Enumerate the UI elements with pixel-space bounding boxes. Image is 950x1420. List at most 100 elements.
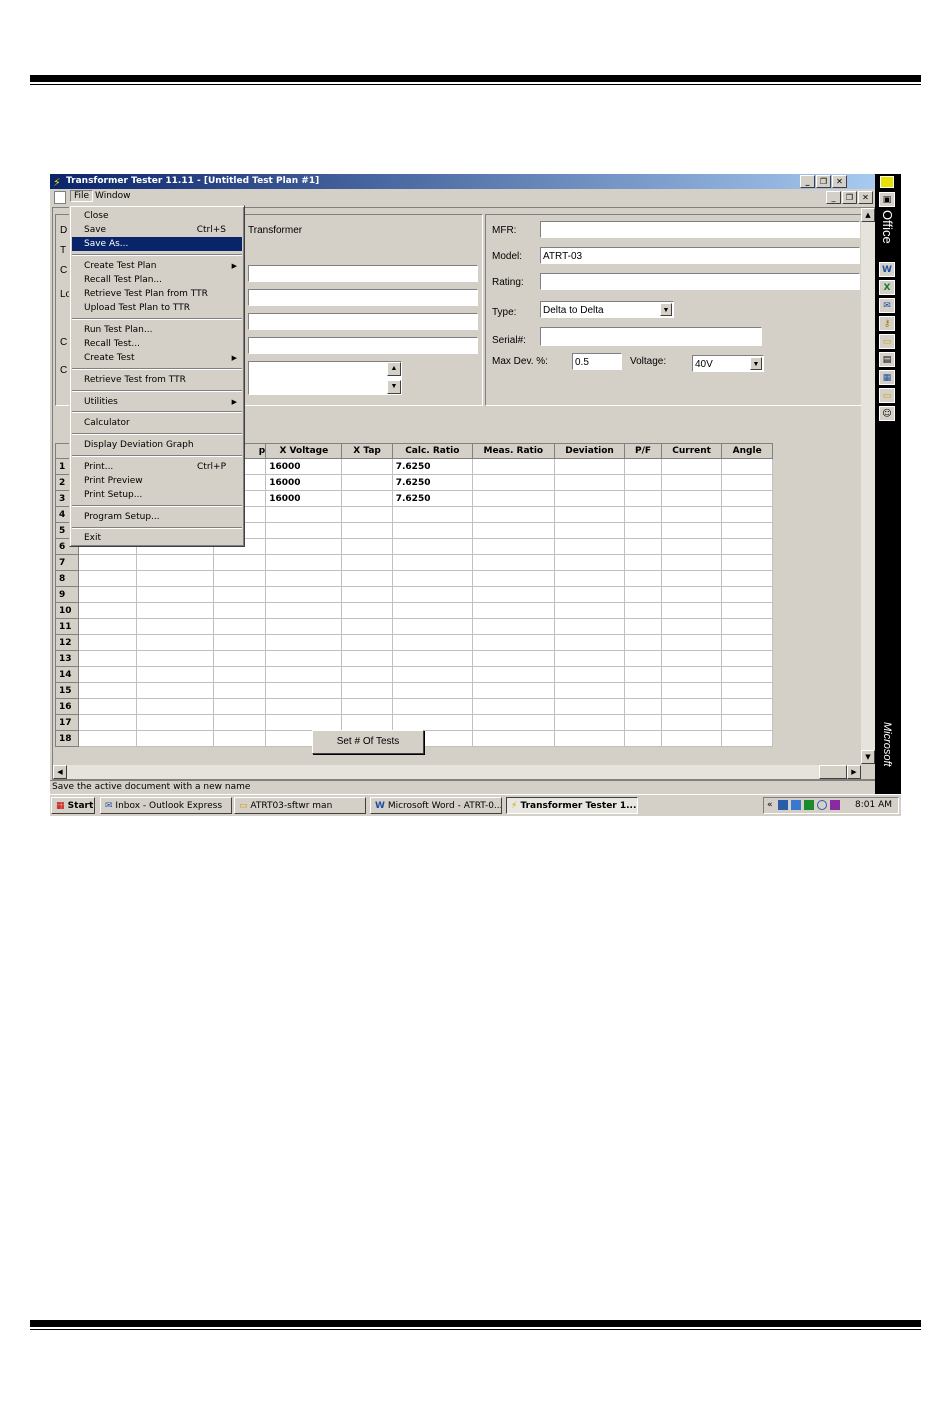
menu-item-upload-test-plan[interactable]: Upload Test Plan to TTR bbox=[72, 301, 242, 315]
menu-item-create-test[interactable]: Create Test ▶ bbox=[72, 351, 242, 365]
grid-cell[interactable] bbox=[341, 490, 393, 507]
grid-cell[interactable] bbox=[471, 490, 555, 507]
calc-ratio-cell[interactable] bbox=[391, 666, 473, 683]
grid-cell[interactable] bbox=[341, 570, 393, 587]
menu-item-print-preview[interactable]: Print Preview bbox=[72, 474, 242, 488]
x-voltage-cell[interactable]: 16000 bbox=[265, 490, 343, 507]
grid-cell[interactable] bbox=[721, 538, 773, 555]
grid-cell[interactable] bbox=[553, 730, 626, 747]
grid-cell[interactable] bbox=[624, 666, 662, 683]
grid-cell[interactable] bbox=[553, 458, 626, 475]
x-voltage-cell[interactable] bbox=[265, 682, 343, 699]
grid-cell[interactable] bbox=[660, 698, 723, 715]
grid-cell[interactable] bbox=[660, 714, 723, 731]
calc-ratio-cell[interactable]: 7.6250 bbox=[391, 474, 473, 491]
tray-app-icon[interactable] bbox=[804, 800, 814, 810]
taskbar-atrt-folder[interactable]: ▭ ATRT03-sftwr man bbox=[234, 797, 366, 814]
table-row[interactable]: 15 bbox=[55, 682, 773, 699]
outlook-shortcut-icon[interactable]: ✉ bbox=[879, 298, 895, 313]
x-voltage-cell[interactable] bbox=[265, 666, 343, 683]
menu-item-retrieve-test-plan[interactable]: Retrieve Test Plan from TTR bbox=[72, 287, 242, 301]
grid-cell[interactable] bbox=[660, 682, 723, 699]
set-number-of-tests-button[interactable]: Set # Of Tests bbox=[312, 730, 424, 754]
grid-cell[interactable] bbox=[341, 650, 393, 667]
horizontal-scrollbar[interactable]: ◀ ▶ bbox=[53, 765, 861, 779]
scroll-thumb[interactable] bbox=[819, 765, 847, 779]
type-dropdown-arrow-icon[interactable]: ▼ bbox=[660, 303, 672, 316]
grid-cell[interactable] bbox=[660, 618, 723, 635]
menu-window[interactable]: Window bbox=[95, 191, 131, 201]
folder-shortcut-icon[interactable]: ▭ bbox=[879, 334, 895, 349]
grid-cell[interactable] bbox=[77, 602, 137, 619]
document-shortcut-icon[interactable]: ▤ bbox=[879, 352, 895, 367]
table-row[interactable]: 11 bbox=[55, 618, 773, 635]
calc-ratio-cell[interactable]: 7.6250 bbox=[391, 458, 473, 475]
open-folder-shortcut-icon[interactable]: ▭ bbox=[879, 388, 895, 403]
menu-item-exit[interactable]: Exit bbox=[72, 531, 242, 545]
grid-cell[interactable] bbox=[135, 714, 215, 731]
grid-cell[interactable] bbox=[721, 586, 773, 603]
left-field-3[interactable] bbox=[248, 313, 478, 330]
word-shortcut-icon[interactable]: W bbox=[879, 262, 895, 277]
grid-cell[interactable] bbox=[471, 458, 555, 475]
x-voltage-cell[interactable] bbox=[265, 570, 343, 587]
document-icon[interactable] bbox=[54, 191, 66, 204]
grid-cell[interactable] bbox=[341, 474, 393, 491]
x-voltage-cell[interactable] bbox=[265, 522, 343, 539]
grid-cell[interactable] bbox=[721, 554, 773, 571]
scroll-down-arrow-icon[interactable]: ▼ bbox=[861, 750, 875, 764]
table-row[interactable]: 12 bbox=[55, 634, 773, 651]
grid-cell[interactable] bbox=[77, 586, 137, 603]
menu-item-save-as[interactable]: Save As... bbox=[72, 237, 242, 251]
x-voltage-cell[interactable] bbox=[265, 650, 343, 667]
menu-item-recall-test-plan[interactable]: Recall Test Plan... bbox=[72, 273, 242, 287]
calc-ratio-cell[interactable] bbox=[391, 506, 473, 523]
calc-ratio-cell[interactable] bbox=[391, 714, 473, 731]
table-row[interactable]: 10 bbox=[55, 602, 773, 619]
calc-ratio-cell[interactable] bbox=[391, 602, 473, 619]
grid-cell[interactable] bbox=[721, 602, 773, 619]
calc-ratio-cell[interactable] bbox=[391, 698, 473, 715]
grid-cell[interactable] bbox=[721, 570, 773, 587]
grid-cell[interactable] bbox=[660, 570, 723, 587]
grid-cell[interactable] bbox=[471, 634, 555, 651]
menu-item-print-setup[interactable]: Print Setup... bbox=[72, 488, 242, 502]
grid-cell[interactable] bbox=[77, 634, 137, 651]
grid-cell[interactable] bbox=[624, 698, 662, 715]
grid-cell[interactable] bbox=[341, 506, 393, 523]
model-input[interactable]: ATRT-03 bbox=[540, 247, 860, 264]
grid-cell[interactable] bbox=[624, 522, 662, 539]
grid-cell[interactable] bbox=[624, 618, 662, 635]
grid-cell[interactable] bbox=[721, 682, 773, 699]
x-voltage-cell[interactable] bbox=[265, 618, 343, 635]
grid-cell[interactable] bbox=[471, 586, 555, 603]
grid-cell[interactable] bbox=[471, 602, 555, 619]
menu-file[interactable]: File bbox=[70, 190, 94, 202]
grid-cell[interactable] bbox=[624, 570, 662, 587]
menu-item-run-test-plan[interactable]: Run Test Plan... bbox=[72, 323, 242, 337]
textarea-scroll-up[interactable]: ▲ bbox=[387, 362, 401, 376]
grid-cell[interactable] bbox=[553, 570, 626, 587]
grid-cell[interactable] bbox=[553, 490, 626, 507]
grid-cell[interactable] bbox=[721, 474, 773, 491]
scroll-right-arrow-icon[interactable]: ▶ bbox=[847, 765, 861, 779]
grid-cell[interactable] bbox=[553, 634, 626, 651]
menu-item-utilities[interactable]: Utilities ▶ bbox=[72, 395, 242, 409]
calc-ratio-cell[interactable] bbox=[391, 634, 473, 651]
menu-item-create-test-plan[interactable]: Create Test Plan ▶ bbox=[72, 259, 242, 273]
grid-cell[interactable] bbox=[624, 458, 662, 475]
grid-cell[interactable] bbox=[213, 650, 267, 667]
grid-cell[interactable] bbox=[213, 666, 267, 683]
scroll-left-arrow-icon[interactable]: ◀ bbox=[53, 765, 67, 779]
table-row[interactable]: 8 bbox=[55, 570, 773, 587]
x-voltage-cell[interactable] bbox=[265, 634, 343, 651]
grid-cell[interactable] bbox=[135, 666, 215, 683]
grid-cell[interactable] bbox=[213, 682, 267, 699]
grid-cell[interactable] bbox=[471, 666, 555, 683]
grid-cell[interactable] bbox=[721, 458, 773, 475]
grid-cell[interactable] bbox=[77, 698, 137, 715]
grid-cell[interactable] bbox=[553, 714, 626, 731]
grid-cell[interactable] bbox=[135, 618, 215, 635]
grid-cell[interactable] bbox=[624, 650, 662, 667]
vertical-scrollbar[interactable]: ▲ ▼ bbox=[861, 208, 875, 764]
